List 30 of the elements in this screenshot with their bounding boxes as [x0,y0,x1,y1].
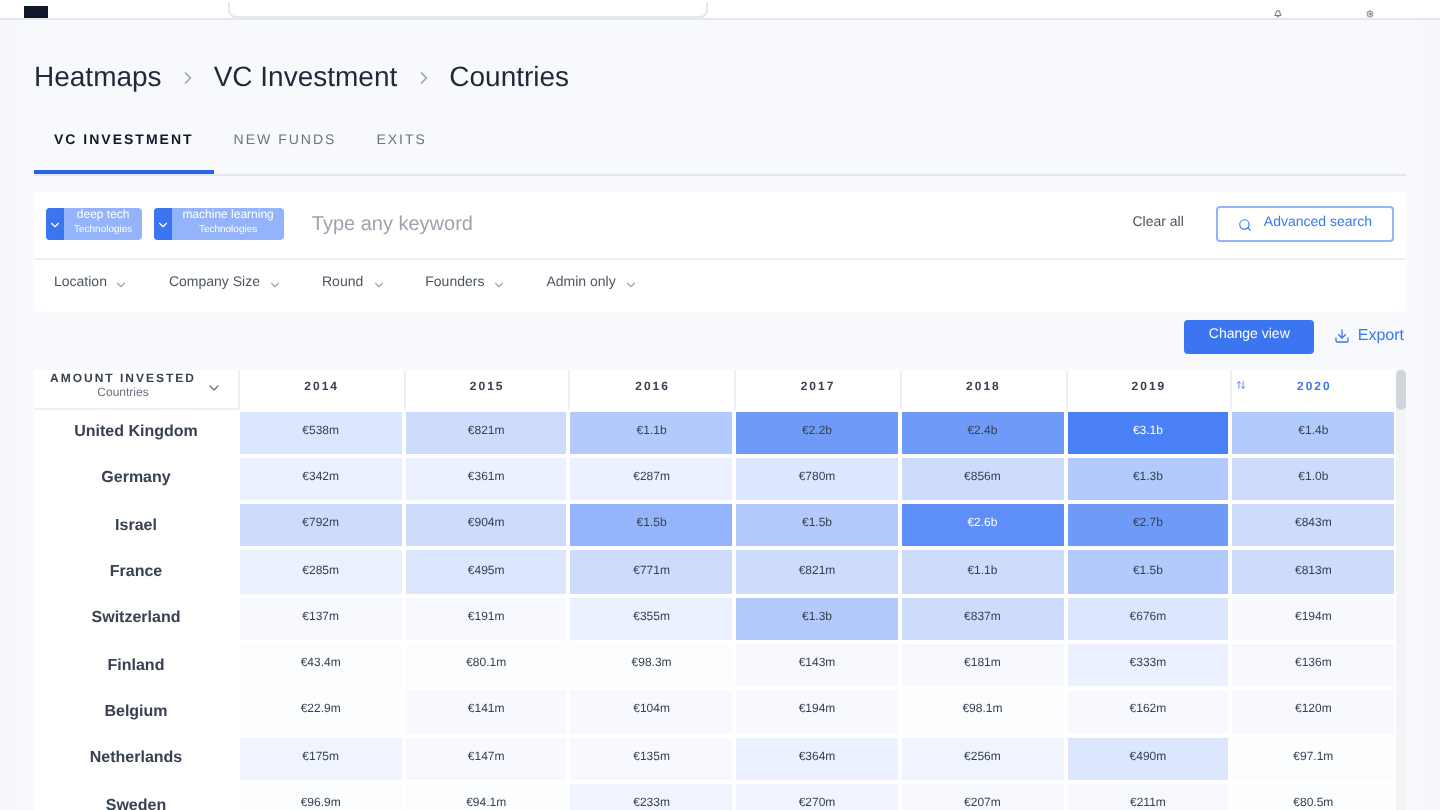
chevron-down-icon [371,278,386,292]
chevron-down-icon [268,278,282,292]
search-icon [1237,217,1252,231]
country-name: Switzerland [91,606,181,631]
logo-icon [24,6,48,18]
export-button[interactable]: Export [1333,324,1404,348]
chevron-down-icon [623,278,638,292]
chevron-down-icon [114,278,129,292]
chevron-down-icon [156,217,171,231]
scrollbar[interactable] [1396,369,1406,810]
country-name: France [109,560,163,585]
country-name: Germany [101,466,171,491]
chevron-down-icon[interactable] [206,380,222,396]
country-name: Sweden [105,793,167,810]
chevron-down-icon [492,278,507,292]
country-name: Netherlands [89,746,183,771]
settings-icon[interactable] [1364,10,1376,18]
country-name: United Kingdom [74,420,198,445]
search-field[interactable] [228,2,708,18]
bell-icon[interactable] [1272,10,1284,18]
sort-icon [1236,379,1247,389]
download-icon [1333,328,1350,344]
country-name: Israel [115,513,157,538]
country-name: Belgium [104,699,168,724]
breadcrumb-item[interactable]: Heatmaps [34,56,162,98]
keyword-input-field[interactable]: Type any keyword [311,209,1121,239]
country-name: Finland [107,653,165,678]
breadcrumb-item[interactable]: VC Investment [213,56,398,98]
chevron-down-icon [48,217,62,231]
breadcrumb-item: Countries [449,58,570,96]
